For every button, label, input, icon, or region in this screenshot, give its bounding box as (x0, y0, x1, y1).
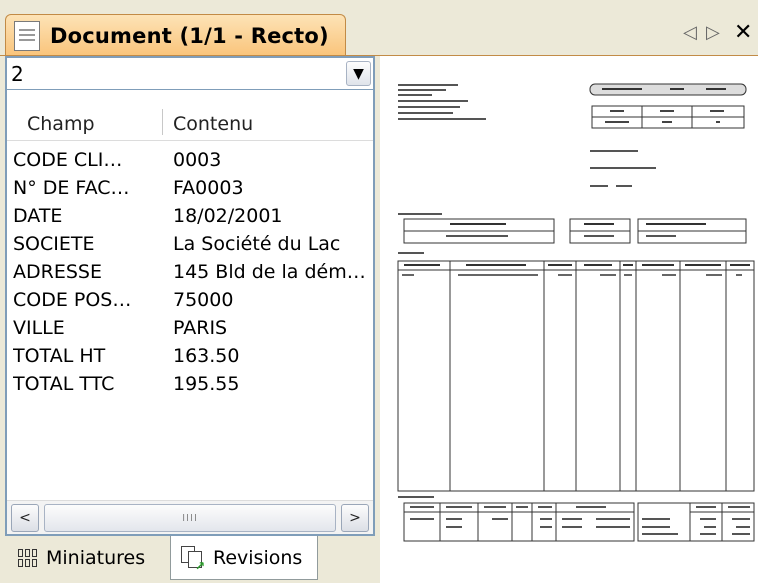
chevron-left-icon: < (19, 510, 31, 526)
field-value: 145 Bld de la dém… (173, 261, 366, 283)
tab-revisions-label: Revisions (213, 546, 303, 569)
field-name: VILLE (13, 317, 65, 339)
revisions-icon: ↗ (179, 545, 205, 573)
page-selector-value: 2 (11, 62, 24, 86)
tab-document-label: Document (1/1 - Recto) (50, 23, 329, 48)
document-icon (14, 20, 40, 51)
field-value: 75000 (173, 289, 234, 311)
tab-revisions[interactable]: ↗ Revisions (170, 536, 318, 580)
chevron-right-icon: > (349, 510, 361, 526)
column-separator[interactable] (162, 109, 163, 135)
field-value: FA0003 (173, 177, 244, 199)
next-tab-icon[interactable]: ▷ (706, 22, 720, 44)
field-name: ADRESSE (13, 261, 102, 283)
column-header-champ[interactable]: Champ (27, 113, 95, 135)
table-row[interactable]: DATE 18/02/2001 (7, 202, 373, 230)
field-value: 18/02/2001 (173, 205, 283, 227)
field-name: TOTAL TTC (13, 373, 115, 395)
field-name: DATE (13, 205, 63, 227)
invoice-page-thumbnail (380, 56, 758, 583)
fields-panel: 2 ▼ Champ Contenu CODE CLI… 0003 N° DE FA… (5, 56, 375, 536)
document-tab-bar: Document (1/1 - Recto) ◁ ▷ ✕ (0, 0, 758, 56)
table-row[interactable]: TOTAL TTC 195.55 (7, 370, 373, 398)
field-name: CODE POS… (13, 289, 132, 311)
tab-miniatures[interactable]: Miniatures (18, 536, 145, 580)
field-value: La Société du Lac (173, 233, 341, 255)
table-row[interactable]: TOTAL HT 163.50 (7, 342, 373, 370)
column-header-contenu[interactable]: Contenu (173, 113, 253, 135)
table-row[interactable]: VILLE PARIS (7, 314, 373, 342)
grid-body: CODE CLI… 0003 N° DE FAC… FA0003 DATE 18/02… (7, 146, 373, 398)
field-value: PARIS (173, 317, 228, 339)
table-row[interactable]: CODE POS… 75000 (7, 286, 373, 314)
grid-header: Champ Contenu (7, 101, 373, 141)
table-row[interactable]: N° DE FAC… FA0003 (7, 174, 373, 202)
field-name: N° DE FAC… (13, 177, 130, 199)
close-icon[interactable]: ✕ (734, 22, 752, 44)
field-value: 0003 (173, 149, 222, 171)
scrollbar-thumb[interactable]: IIII (44, 504, 336, 532)
horizontal-scrollbar[interactable]: < IIII > (7, 500, 373, 534)
scroll-right-button[interactable]: > (341, 504, 369, 532)
bottom-tab-strip: Miniatures ↗ Revisions (0, 536, 380, 583)
table-row[interactable]: SOCIETE La Société du Lac (7, 230, 373, 258)
field-value: 195.55 (173, 373, 240, 395)
field-name: CODE CLI… (13, 149, 123, 171)
page-selector[interactable]: 2 ▼ (7, 58, 373, 90)
thumbnails-icon (18, 549, 38, 567)
tab-document[interactable]: Document (1/1 - Recto) (5, 14, 346, 56)
tab-miniatures-label: Miniatures (46, 547, 146, 569)
field-name: TOTAL HT (13, 345, 106, 367)
field-value: 163.50 (173, 345, 240, 367)
scroll-left-button[interactable]: < (11, 504, 39, 532)
document-preview-pane[interactable] (380, 56, 758, 583)
grip-icon: IIII (182, 512, 198, 524)
previous-tab-icon[interactable]: ◁ (683, 22, 697, 44)
field-name: SOCIETE (13, 233, 95, 255)
chevron-down-icon[interactable]: ▼ (346, 61, 371, 86)
table-row[interactable]: ADRESSE 145 Bld de la dém… (7, 258, 373, 286)
table-row[interactable]: CODE CLI… 0003 (7, 146, 373, 174)
